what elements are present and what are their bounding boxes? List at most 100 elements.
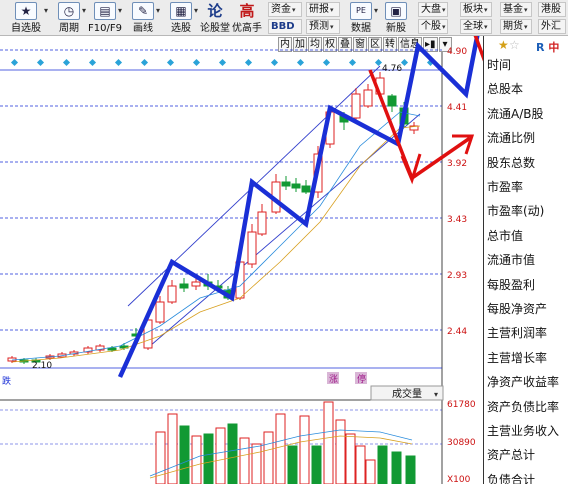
dropdown-arrow-icon: ▾	[117, 6, 122, 15]
dropdown-arrow-icon: ▾	[373, 6, 378, 15]
star-icon: ★	[15, 2, 37, 20]
research-button[interactable]: 研报▾	[306, 2, 340, 17]
capital-button[interactable]: 资金▾	[268, 2, 302, 17]
diamond-icon	[270, 58, 279, 67]
volume-bar	[251, 443, 262, 484]
dropdown-arrow-icon: ▾	[524, 6, 528, 14]
info-item: 主营业务收入	[487, 424, 560, 438]
sector-button[interactable]: 板块▾	[460, 2, 492, 17]
price-label: 3.43	[447, 215, 467, 225]
volume-bars	[149, 401, 416, 484]
dropdown-arrow-icon: ▾	[484, 6, 488, 14]
stock-screen-button[interactable]: ▦ ▾ 选股	[164, 2, 198, 34]
candle-body	[107, 347, 117, 351]
volume-bar	[365, 459, 376, 484]
diamond-icon	[88, 58, 97, 67]
f10-button[interactable]: ▤ ▾ F10/F9	[88, 2, 122, 34]
info-item: 净资产收益率	[487, 375, 560, 390]
diamond-icon	[348, 58, 357, 67]
ipo-button[interactable]: ▣ 新股	[380, 2, 412, 34]
info-item: 每股净资产	[487, 302, 548, 316]
forum-button[interactable]: 论 论股堂	[198, 2, 232, 34]
global-button[interactable]: 全球▾	[460, 19, 492, 34]
info-item: 总市值	[487, 228, 524, 243]
ma-line	[11, 125, 421, 363]
diamond-icon	[374, 58, 383, 67]
candle-body	[179, 283, 189, 289]
candle-body	[167, 285, 177, 303]
info-item: 市盈率(动)	[487, 204, 545, 219]
futures-button[interactable]: 期货▾	[500, 19, 532, 34]
volume-bar	[405, 455, 416, 484]
diamond-icon	[244, 58, 253, 67]
downtrend-arrow-long	[473, 36, 483, 62]
candle-body	[291, 183, 301, 189]
stock-button[interactable]: 个股▾	[418, 19, 448, 34]
info-item: 流通A/B股	[487, 106, 544, 121]
volume-bar	[299, 415, 310, 484]
price-label: 2.93	[447, 271, 467, 281]
volume-bar	[203, 433, 214, 484]
document-icon: ▤	[94, 2, 116, 20]
star-empty-icon[interactable]: ☆	[509, 38, 520, 52]
left-marker: 跌	[2, 376, 11, 387]
volume-bar	[391, 451, 402, 484]
pencil-icon: ✎	[132, 2, 154, 20]
volume-bar	[335, 419, 346, 484]
info-item: 时间	[487, 58, 512, 72]
star-icon[interactable]: ★	[498, 38, 509, 52]
market-button[interactable]: 大盘▾	[418, 2, 448, 17]
volume-bar	[215, 427, 226, 484]
diamond-icon	[10, 58, 19, 67]
bbd-button[interactable]: BBD	[268, 19, 302, 34]
favorites-button[interactable]: ★ ▾ 自选股	[4, 2, 48, 34]
forecast-button[interactable]: 预测▾	[306, 19, 340, 34]
candle-body	[247, 231, 257, 265]
clock-icon: ◷	[58, 2, 80, 20]
hk-stock-button[interactable]: 港股	[538, 2, 566, 17]
draw-line-button[interactable]: ✎ ▾ 画线	[126, 2, 160, 34]
info-item: 主营增长率	[487, 350, 548, 365]
info-item: 主营利润率	[487, 326, 548, 341]
volume-bar	[275, 413, 286, 484]
chart-grid	[0, 49, 443, 484]
volume-bar	[377, 445, 388, 484]
ma-line	[11, 111, 421, 361]
info-item: 流通市值	[487, 253, 536, 268]
data-button[interactable]: PE ▾ 数据	[344, 2, 378, 34]
info-item: 每股盈利	[487, 277, 536, 292]
kline-chart[interactable]: 4.90 4.41 3.92 3.43 2.93 2.44 4.76 2.10 …	[0, 36, 483, 484]
volume-label: X100	[447, 475, 471, 484]
dropdown-arrow-icon: ▾	[434, 390, 438, 399]
diamond-icon	[218, 58, 227, 67]
info-item: 市盈率	[487, 180, 524, 194]
panel-header: ★ ☆ R 中	[496, 38, 568, 54]
indicator-selector[interactable]: 成交量 ▾	[370, 385, 444, 401]
dropdown-arrow-icon: ▾	[442, 6, 446, 14]
price-label: 3.92	[447, 159, 467, 169]
volume-bar	[179, 425, 190, 484]
fund-button[interactable]: 基金▾	[500, 2, 532, 17]
dropdown-arrow-icon: ▾	[330, 6, 334, 14]
volume-bar	[227, 423, 238, 484]
dropdown-arrow-icon: ▾	[524, 23, 528, 31]
volume-label: 61780	[447, 400, 476, 410]
diamond-icon	[296, 58, 305, 67]
dropdown-arrow-icon: ▾	[292, 6, 296, 14]
moving-averages	[11, 111, 421, 363]
candle-body	[155, 301, 165, 323]
retrace-arrow	[411, 136, 471, 180]
volume-bar	[311, 445, 322, 484]
info-item: 资产总计	[487, 448, 536, 463]
expert-button[interactable]: 高 优高手	[230, 2, 264, 34]
main-toolbar: ★ ▾ 自选股 ◷ ▾ 周期 ▤ ▾ F10/F9 ✎ ▾ 画线 ▦ ▾ 选股 论 论股堂…	[0, 0, 568, 36]
candle-body	[387, 95, 397, 107]
forex-button[interactable]: 外汇	[538, 19, 566, 34]
diamond-icon	[322, 58, 331, 67]
candle-body	[191, 281, 201, 287]
dropdown-arrow-icon: ▾	[43, 6, 48, 15]
svg-text:涨: 涨	[329, 374, 338, 385]
period-button[interactable]: ◷ ▾ 周期	[52, 2, 86, 34]
diamond-icon	[36, 58, 45, 67]
pe-icon: PE	[350, 2, 372, 20]
